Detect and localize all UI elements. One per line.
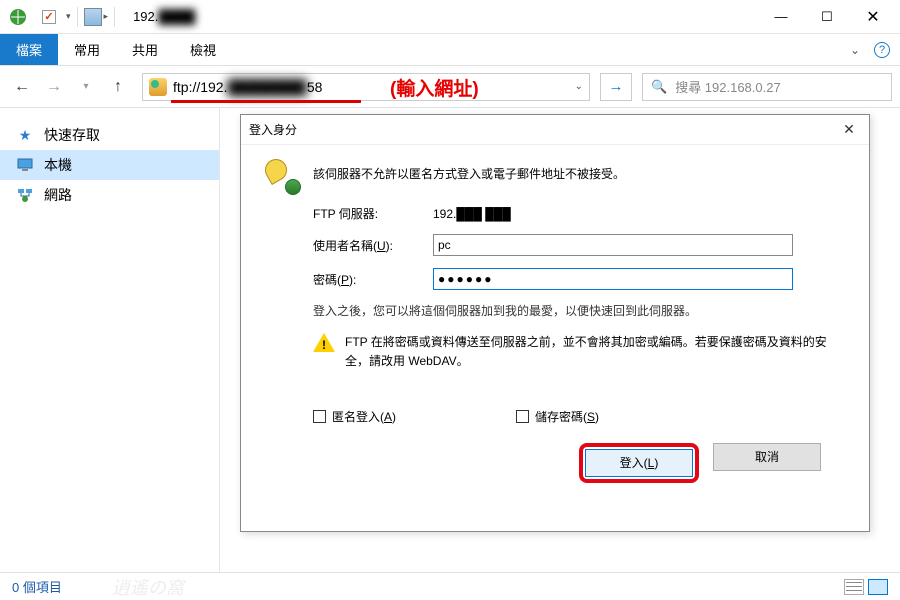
status-bar: 0 個項目 逍遙の窩 (0, 572, 900, 600)
password-input[interactable] (433, 268, 793, 290)
tab-home[interactable]: 常用 (58, 34, 116, 65)
qat-checkbox-icon[interactable]: ✓ (42, 10, 56, 24)
recent-dropdown[interactable]: ▾ (72, 73, 100, 101)
maximize-button[interactable]: ☐ (804, 2, 850, 32)
key-icon (265, 159, 299, 193)
separator (114, 7, 115, 27)
ribbon-collapse-icon[interactable]: ⌄ (850, 43, 860, 57)
login-dialog: 登入身分 ✕ 該伺服器不允許以匿名方式登入或電子郵件地址不被接受。 FTP 伺服… (240, 114, 870, 532)
close-button[interactable]: ✕ (850, 2, 896, 32)
dialog-hint: 登入之後，您可以將這個伺服器加到我的最愛，以便快速回到此伺服器。 (313, 302, 845, 321)
window-title: 192.████ (133, 9, 195, 24)
back-button[interactable]: ← (8, 73, 36, 101)
username-input[interactable] (433, 234, 793, 256)
nav-sidebar: ★ 快速存取 本機 網路 (0, 108, 220, 572)
username-label: 使用者名稱(U): (313, 237, 433, 254)
refresh-go-button[interactable]: → (600, 73, 632, 101)
location-icon (149, 78, 167, 96)
search-box[interactable]: 🔍 搜尋 192.168.0.27 (642, 73, 892, 101)
savepassword-checkbox[interactable]: 儲存密碼(S) (516, 408, 599, 425)
app-icon (8, 7, 28, 27)
help-icon[interactable]: ? (874, 42, 890, 58)
drive-dropdown-icon[interactable]: ▸ (104, 11, 109, 22)
sidebar-item-label: 快速存取 (44, 125, 100, 145)
monitor-icon (16, 156, 34, 174)
sidebar-item-thispc[interactable]: 本機 (0, 150, 219, 180)
view-details-button[interactable] (844, 579, 864, 595)
minimize-button[interactable]: — (758, 2, 804, 32)
address-text: ftp://192.████████58 (173, 79, 322, 95)
server-value: 192.███ ███ (433, 207, 511, 221)
search-placeholder: 搜尋 192.168.0.27 (675, 77, 781, 96)
dialog-title: 登入身分 (249, 121, 297, 138)
sidebar-item-quickaccess[interactable]: ★ 快速存取 (0, 120, 219, 150)
cancel-button[interactable]: 取消 (713, 443, 821, 471)
annotation-text: (輸入網址) (390, 74, 479, 101)
anonymous-label: 匿名登入(A) (332, 408, 396, 425)
drive-icon (84, 8, 102, 26)
ribbon-tabs: 檔案 常用 共用 檢視 ⌄ ? (0, 34, 900, 66)
sidebar-item-label: 本機 (44, 155, 72, 175)
warning-text: FTP 在將密碼或資料傳送至伺服器之前，並不會將其加密或編碼。若要保護密碼及資料… (345, 333, 845, 371)
star-icon: ★ (16, 126, 34, 144)
login-button[interactable]: 登入(L) (585, 449, 693, 477)
status-text: 0 個項目 (12, 577, 62, 596)
up-button[interactable]: ↑ (104, 73, 132, 101)
password-label: 密碼(P): (313, 271, 433, 288)
search-icon: 🔍 (651, 79, 667, 95)
content-area: 登入身分 ✕ 該伺服器不允許以匿名方式登入或電子郵件地址不被接受。 FTP 伺服… (220, 108, 900, 572)
address-dropdown-icon[interactable]: ⌄ (575, 81, 583, 92)
anonymous-checkbox[interactable]: 匿名登入(A) (313, 408, 396, 425)
server-label: FTP 伺服器: (313, 205, 433, 222)
dialog-message: 該伺服器不允許以匿名方式登入或電子郵件地址不被接受。 (313, 159, 625, 184)
forward-button[interactable]: → (40, 73, 68, 101)
view-thumbnails-button[interactable] (868, 579, 888, 595)
separator (77, 7, 78, 27)
tab-file[interactable]: 檔案 (0, 34, 58, 65)
window-titlebar: ✓ ▾ ▸ 192.████ — ☐ ✕ (0, 0, 900, 34)
dialog-close-button[interactable]: ✕ (837, 121, 861, 138)
savepassword-label: 儲存密碼(S) (535, 408, 599, 425)
navigation-bar: ← → ▾ ↑ ftp://192.████████58 ⌄ (輸入網址) → … (0, 66, 900, 108)
sidebar-item-label: 網路 (44, 185, 72, 205)
qat-dropdown-icon[interactable]: ▾ (66, 11, 71, 22)
watermark: 逍遙の窩 (112, 574, 184, 600)
sidebar-item-network[interactable]: 網路 (0, 180, 219, 210)
network-icon (16, 186, 34, 204)
annotation-underline (171, 100, 361, 103)
tab-share[interactable]: 共用 (116, 34, 174, 65)
dialog-titlebar: 登入身分 ✕ (241, 115, 869, 145)
warning-icon: ! (313, 333, 335, 353)
tab-view[interactable]: 檢視 (174, 34, 232, 65)
login-highlight: 登入(L) (579, 443, 699, 483)
address-bar[interactable]: ftp://192.████████58 ⌄ (142, 73, 590, 101)
